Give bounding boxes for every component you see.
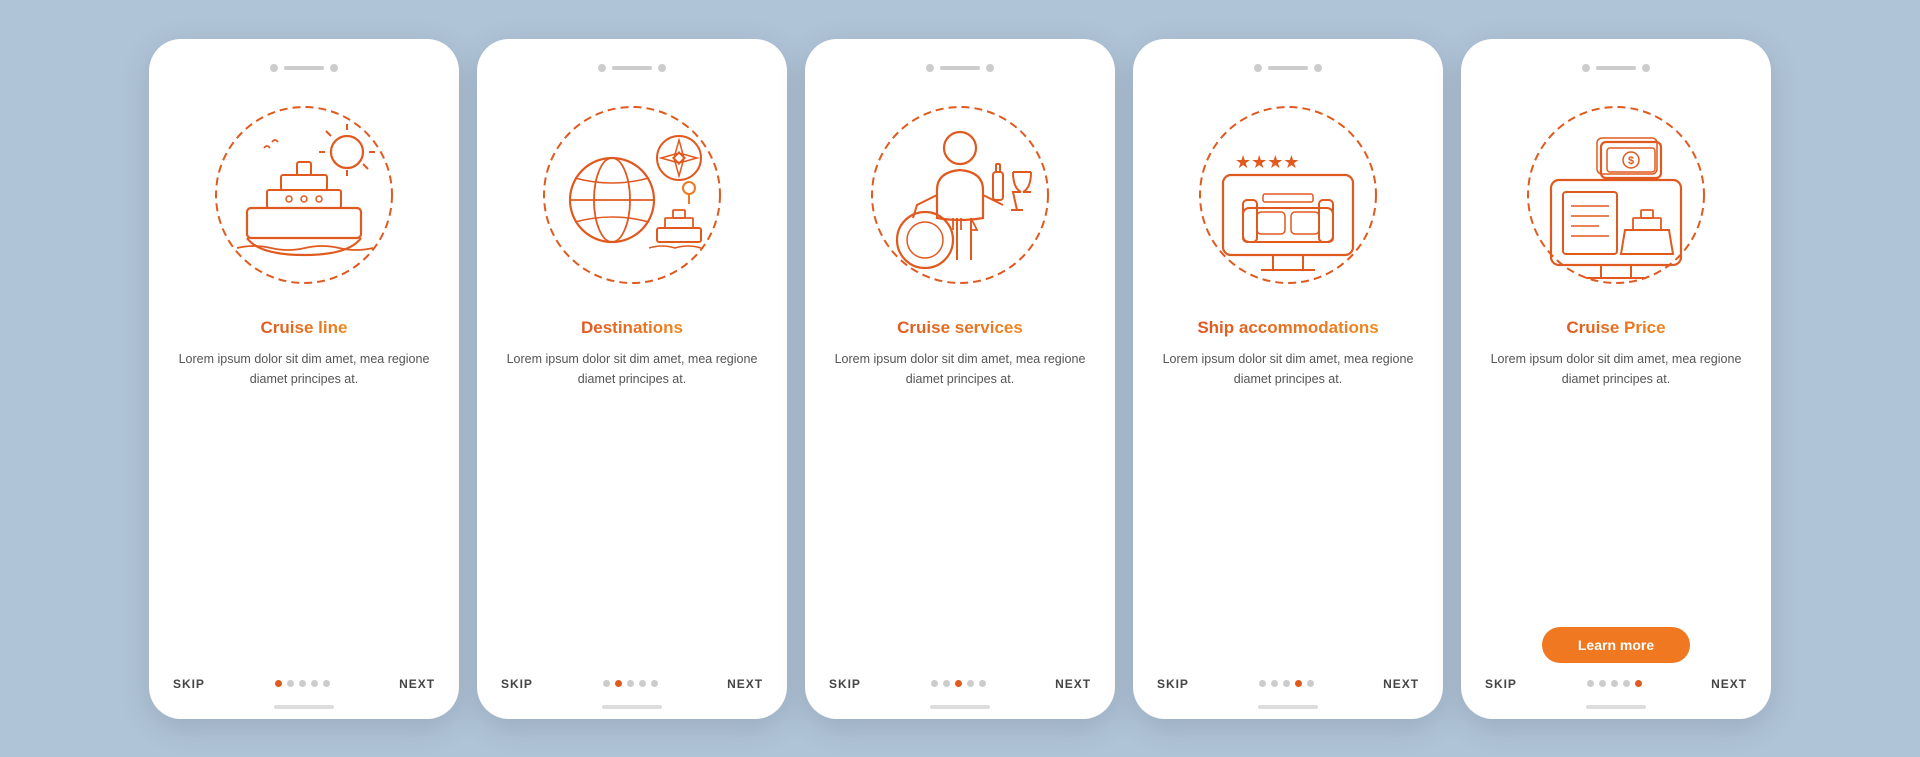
pagination-dot-2[interactable] (955, 680, 962, 687)
next-button[interactable]: NEXT (1383, 677, 1419, 691)
pagination-dot-0[interactable] (1587, 680, 1594, 687)
pagination-dots (275, 680, 330, 687)
bottom-handle (602, 705, 662, 709)
bottom-nav: SKIP NEXT (1133, 667, 1443, 699)
phone-card-cruise-line: Cruise line Lorem ipsum dolor sit dim ame… (149, 39, 459, 719)
illustration-cruise-services (850, 85, 1070, 305)
pagination-dot-4[interactable] (651, 680, 658, 687)
bottom-handle (1258, 705, 1318, 709)
illustration-ship-accommodations: ★★★★ (1178, 85, 1398, 305)
status-line (940, 66, 980, 70)
skip-button[interactable]: SKIP (173, 677, 205, 691)
card-body: Lorem ipsum dolor sit dim amet, mea regi… (477, 349, 787, 667)
status-bar (477, 59, 787, 77)
card-body: Lorem ipsum dolor sit dim amet, mea regi… (805, 349, 1115, 667)
phone-card-destinations: Destinations Lorem ipsum dolor sit dim am… (477, 39, 787, 719)
pagination-dots (1259, 680, 1314, 687)
pagination-dot-0[interactable] (275, 680, 282, 687)
pagination-dot-0[interactable] (931, 680, 938, 687)
pagination-dot-3[interactable] (1623, 680, 1630, 687)
card-title: Cruise line (241, 317, 368, 339)
card-body: Lorem ipsum dolor sit dim amet, mea regi… (1133, 349, 1443, 667)
status-dot (986, 64, 994, 72)
pagination-dots (931, 680, 986, 687)
illustration-cruise-line (194, 85, 414, 305)
status-bar (149, 59, 459, 77)
status-dot (1254, 64, 1262, 72)
bottom-handle (1586, 705, 1646, 709)
illustration-cruise-price: $ (1506, 85, 1726, 305)
pagination-dot-3[interactable] (311, 680, 318, 687)
pagination-dot-1[interactable] (1271, 680, 1278, 687)
status-dot (658, 64, 666, 72)
screens-container: Cruise line Lorem ipsum dolor sit dim ame… (149, 39, 1771, 719)
status-line (612, 66, 652, 70)
status-line (284, 66, 324, 70)
pagination-dot-3[interactable] (639, 680, 646, 687)
status-dot (1582, 64, 1590, 72)
status-dot (1314, 64, 1322, 72)
bottom-nav: SKIP NEXT (477, 667, 787, 699)
skip-button[interactable]: SKIP (829, 677, 861, 691)
pagination-dot-2[interactable] (299, 680, 306, 687)
card-body: Lorem ipsum dolor sit dim amet, mea regi… (1461, 349, 1771, 619)
bottom-nav: SKIP NEXT (1461, 667, 1771, 699)
pagination-dots (1587, 680, 1642, 687)
pagination-dot-3[interactable] (1295, 680, 1302, 687)
pagination-dot-1[interactable] (943, 680, 950, 687)
status-dot (926, 64, 934, 72)
learn-more-button[interactable]: Learn more (1542, 627, 1690, 663)
card-title: Cruise Price (1546, 317, 1685, 339)
phone-card-ship-accommodations: ★★★★ Ship accommodations Lorem ipsum dolo… (1133, 39, 1443, 719)
next-button[interactable]: NEXT (1711, 677, 1747, 691)
pagination-dot-0[interactable] (603, 680, 610, 687)
pagination-dot-2[interactable] (1611, 680, 1618, 687)
status-dot (270, 64, 278, 72)
svg-text:$: $ (1628, 155, 1634, 167)
skip-button[interactable]: SKIP (1157, 677, 1189, 691)
next-button[interactable]: NEXT (399, 677, 435, 691)
status-bar (805, 59, 1115, 77)
pagination-dot-1[interactable] (615, 680, 622, 687)
card-title: Cruise services (877, 317, 1043, 339)
card-title: Destinations (561, 317, 703, 339)
pagination-dot-2[interactable] (627, 680, 634, 687)
status-line (1596, 66, 1636, 70)
pagination-dot-3[interactable] (967, 680, 974, 687)
phone-card-cruise-services: Cruise services Lorem ipsum dolor sit dim… (805, 39, 1115, 719)
pagination-dot-2[interactable] (1283, 680, 1290, 687)
status-dot (598, 64, 606, 72)
status-dot (330, 64, 338, 72)
status-bar (1133, 59, 1443, 77)
status-line (1268, 66, 1308, 70)
card-body: Lorem ipsum dolor sit dim amet, mea regi… (149, 349, 459, 667)
svg-text:★★★★: ★★★★ (1235, 152, 1300, 172)
skip-button[interactable]: SKIP (1485, 677, 1517, 691)
pagination-dot-1[interactable] (1599, 680, 1606, 687)
illustration-destinations (522, 85, 742, 305)
pagination-dot-0[interactable] (1259, 680, 1266, 687)
card-title: Ship accommodations (1177, 317, 1398, 339)
pagination-dot-4[interactable] (1635, 680, 1642, 687)
pagination-dot-1[interactable] (287, 680, 294, 687)
pagination-dot-4[interactable] (323, 680, 330, 687)
pagination-dot-4[interactable] (979, 680, 986, 687)
phone-card-cruise-price: $ Cruise Price Lorem ipsum dolor sit dim … (1461, 39, 1771, 719)
pagination-dots (603, 680, 658, 687)
bottom-nav: SKIP NEXT (149, 667, 459, 699)
status-bar (1461, 59, 1771, 77)
pagination-dot-4[interactable] (1307, 680, 1314, 687)
next-button[interactable]: NEXT (1055, 677, 1091, 691)
next-button[interactable]: NEXT (727, 677, 763, 691)
status-dot (1642, 64, 1650, 72)
bottom-handle (930, 705, 990, 709)
skip-button[interactable]: SKIP (501, 677, 533, 691)
bottom-handle (274, 705, 334, 709)
bottom-nav: SKIP NEXT (805, 667, 1115, 699)
